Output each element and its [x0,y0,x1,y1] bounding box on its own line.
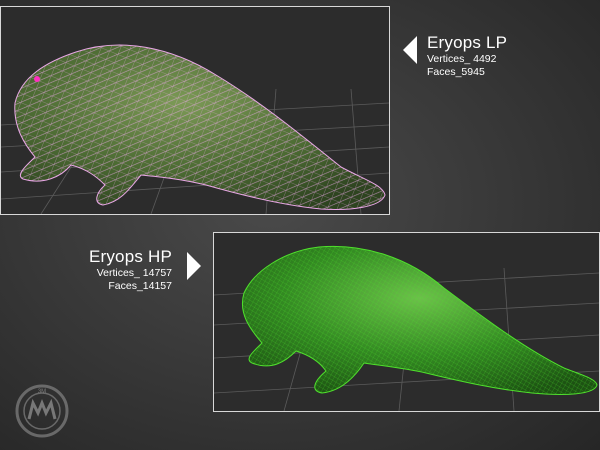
high-poly-info: Eryops HP Vertices_ 14757 Faces_14157 [89,247,172,293]
svg-text:3M: 3M [38,389,46,395]
high-poly-vertices: Vertices_ 14757 [96,267,172,279]
low-poly-title: Eryops LP [427,33,508,52]
low-poly-info: Eryops LP Vertices_ 4492 Faces_5945 [427,33,507,79]
low-poly-faces: Faces_5945 [427,66,485,78]
high-poly-faces: Faces_14157 [108,280,172,292]
high-poly-render [214,233,599,411]
low-poly-render [1,7,389,214]
triangle-right-icon [187,252,201,280]
viewport-high-poly [213,232,600,412]
high-poly-title: Eryops HP [88,247,172,266]
low-poly-vertices: Vertices_ 4492 [427,53,497,65]
triangle-left-icon [403,36,417,64]
watermark-seal-logo: 3M [15,384,69,438]
viewport-low-poly [0,6,390,215]
